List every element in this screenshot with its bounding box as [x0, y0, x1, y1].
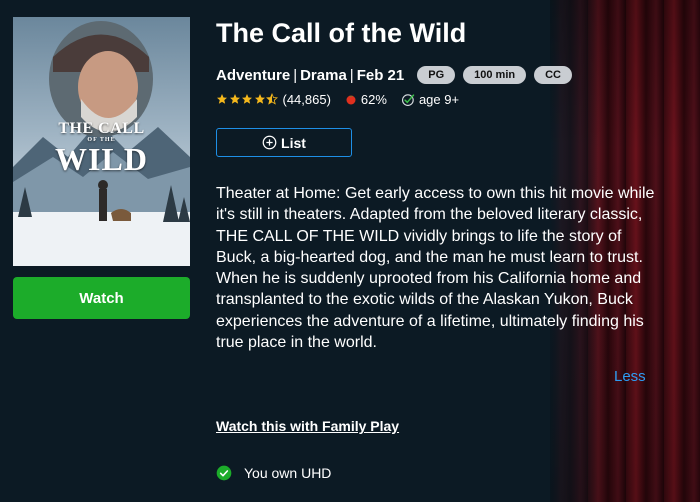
cc-badge: CC	[534, 66, 572, 84]
poster-title-line1: THE CALL	[58, 120, 145, 137]
star-icon	[254, 94, 265, 104]
page-title: The Call of the Wild	[216, 18, 467, 48]
tomato-icon	[346, 95, 356, 105]
half-star-icon	[266, 93, 278, 105]
review-count: (44,865)	[282, 91, 331, 107]
star-rating[interactable]	[216, 93, 279, 105]
plus-circle-icon	[262, 135, 277, 150]
ownership-status: You own UHD	[216, 463, 331, 483]
age-rating: age 9+	[418, 91, 460, 107]
check-circle-icon	[216, 465, 232, 481]
separator: |	[349, 66, 354, 84]
movie-meta: Adventure | Drama | Feb 21 PG 100 min CC	[216, 65, 572, 85]
genre-2: Drama	[300, 66, 347, 84]
family-play-link[interactable]: Watch this with Family Play	[216, 418, 399, 434]
watch-button[interactable]: Watch	[13, 277, 190, 319]
ownership-label: You own UHD	[244, 465, 332, 481]
genre-1: Adventure	[216, 66, 291, 84]
separator: |	[293, 66, 298, 84]
less-link[interactable]: Less	[614, 368, 646, 385]
star-icon	[242, 94, 252, 104]
rating-badge: PG	[417, 66, 456, 84]
tomato-score: 62%	[360, 91, 387, 107]
release-date: Feb 21	[356, 66, 405, 84]
list-label: List	[281, 134, 306, 151]
poster-title-line3: WILD	[55, 141, 148, 177]
star-icon	[217, 94, 227, 104]
star-icon	[229, 94, 240, 104]
movie-poster[interactable]: THE CALL OF THE WILD	[13, 17, 190, 266]
ratings-row: (44,865) 62% age 9+	[216, 90, 459, 108]
add-to-list-button[interactable]: List	[216, 128, 352, 157]
runtime-badge: 100 min	[463, 66, 527, 84]
age-check-icon	[401, 93, 415, 106]
movie-description: Theater at Home: Get early access to own…	[216, 185, 655, 352]
